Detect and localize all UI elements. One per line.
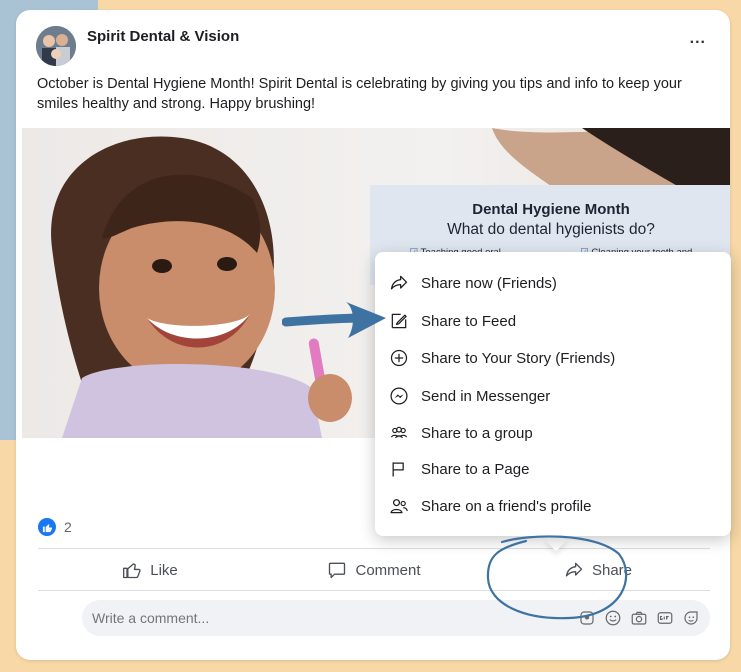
- menu-item-share-group[interactable]: Share to a group: [375, 416, 731, 450]
- post-text: October is Dental Hygiene Month! Spirit …: [37, 76, 682, 112]
- menu-item-send-messenger[interactable]: Send in Messenger: [375, 379, 731, 413]
- thumbs-up-icon: [123, 563, 141, 579]
- menu-item-share-to-feed[interactable]: Share to Feed: [375, 304, 731, 338]
- annotation-circle-icon: [486, 535, 628, 620]
- info-card-subtitle: What do dental hygienists do?: [447, 221, 655, 238]
- comment-button[interactable]: Comment: [262, 550, 486, 590]
- share-menu: Share now (Friends) Share to Feed Share …: [375, 252, 731, 536]
- menu-item-share-friend-profile[interactable]: Share on a friend's profile: [375, 489, 731, 523]
- flag-icon: [392, 462, 404, 477]
- like-button[interactable]: Like: [38, 550, 262, 590]
- menu-item-label: Share now (Friends): [421, 274, 557, 292]
- gif-icon[interactable]: [656, 609, 674, 627]
- menu-item-share-page[interactable]: Share to a Page: [375, 452, 731, 486]
- messenger-icon: [390, 387, 408, 405]
- page-avatar[interactable]: [36, 26, 76, 66]
- sticker-icon[interactable]: [682, 609, 700, 627]
- comment-label: Comment: [355, 561, 421, 579]
- share-arrow-icon: [390, 275, 408, 290]
- more-options-icon[interactable]: ...: [690, 30, 706, 48]
- menu-item-label: Share to Feed: [421, 312, 517, 330]
- masked-area: [656, 558, 704, 582]
- reaction-summary[interactable]: 2: [38, 518, 72, 536]
- like-reaction-icon: [38, 518, 56, 536]
- menu-item-share-to-story[interactable]: Share to Your Story (Friends): [375, 341, 731, 375]
- reaction-count: 2: [64, 519, 72, 535]
- menu-item-label: Share on a friend's profile: [421, 497, 592, 515]
- menu-item-label: Share to a Page: [421, 460, 530, 478]
- menu-item-share-now[interactable]: Share now (Friends): [375, 266, 731, 300]
- plus-circle-icon: [390, 349, 408, 367]
- group-icon: [390, 426, 408, 439]
- comment-icon: [329, 562, 346, 579]
- annotation-arrow-icon: [282, 302, 386, 338]
- menu-item-label: Share to Your Story (Friends): [421, 349, 616, 367]
- page-name[interactable]: Spirit Dental & Vision: [87, 28, 239, 45]
- info-card-title: Dental Hygiene Month: [472, 201, 630, 218]
- menu-item-label: Send in Messenger: [421, 387, 551, 405]
- like-label: Like: [150, 561, 178, 579]
- friends-icon: [390, 499, 408, 514]
- menu-item-label: Share to a group: [421, 424, 533, 442]
